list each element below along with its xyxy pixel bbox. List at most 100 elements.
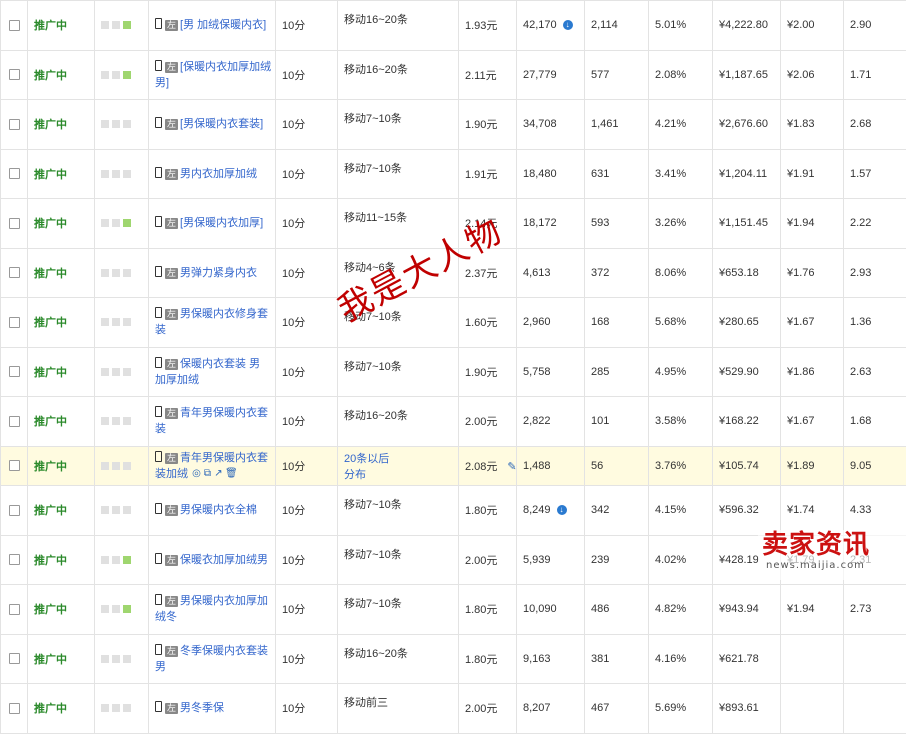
match-cell: 移动7~10条 (338, 347, 459, 397)
bid-value: 10分 (282, 505, 305, 517)
bid-value: 10分 (282, 654, 305, 666)
row-checkbox[interactable] (9, 20, 20, 31)
row-checkbox[interactable] (9, 267, 20, 278)
bid-value: 10分 (282, 119, 305, 131)
keyword-link[interactable]: 男保暖内衣全棉 (180, 504, 257, 516)
row-checkbox[interactable] (9, 554, 20, 565)
status-label: 推广中 (34, 461, 67, 473)
quality-bar (101, 556, 109, 564)
bid-value: 10分 (282, 604, 305, 616)
table-row[interactable]: 推广中 左男冬季保 10分 移动前三 2.00元 8,207 467 5.69%… (1, 684, 906, 734)
price-cell: 2.11元 (459, 50, 517, 100)
rank-range[interactable]: 20条以后 (344, 450, 458, 466)
cpc-value: ¥1.79 (787, 554, 815, 566)
cpc-value: ¥1.67 (787, 415, 815, 427)
rank-value: 2.31 (850, 554, 871, 566)
quality-bar (101, 318, 109, 326)
table-row[interactable]: 推广中 左男保暖内衣加厚加绒冬 10分 移动7~10条 1.80元 10,090… (1, 585, 906, 635)
table-row[interactable]: 推广中 左[保暖内衣加厚加绒 男] 10分 移动16~20条 2.11元 27,… (1, 50, 906, 100)
row-checkbox[interactable] (9, 69, 20, 80)
table-row[interactable]: 推广中 左男保暖内衣修身套装 10分 移动7~10条 1.60元 2,960 1… (1, 298, 906, 348)
keyword-link[interactable]: 保暖衣加厚加绒男 (180, 554, 268, 566)
chart-icon[interactable]: ↗ (214, 469, 223, 478)
table-row[interactable]: 推广中 左青年男保暖内衣套装 10分 移动16~20条 2.00元 2,822 … (1, 397, 906, 447)
quality-cell (95, 100, 149, 150)
keyword-link[interactable]: [男 加绒保暖内衣] (180, 19, 266, 31)
table-row[interactable]: 推广中 左冬季保暖内衣套装男 10分 移动16~20条 1.80元 9,163 … (1, 634, 906, 684)
table-row[interactable]: 推广中 左[男保暖内衣套装] 10分 移动7~10条 1.90元 34,708 … (1, 100, 906, 150)
row-checkbox[interactable] (9, 317, 20, 328)
row-checkbox[interactable] (9, 604, 20, 615)
row-checkbox[interactable] (9, 119, 20, 130)
match-detail-link[interactable]: 分布 (344, 466, 458, 482)
rank-cell: 1.68 (844, 397, 906, 447)
table-row[interactable]: 推广中 左男保暖内衣全棉 10分 移动7~10条 1.80元 8,249↓ 34… (1, 486, 906, 536)
table-row[interactable]: 推广中 左[男 加绒保暖内衣] 10分 移动16~20条 1.93元 42,17… (1, 1, 906, 51)
row-checkbox[interactable] (9, 366, 20, 377)
bid-value: 10分 (282, 461, 305, 473)
quality-cell (95, 446, 149, 486)
bid-cell: 10分 (276, 100, 338, 150)
clicks-value: 168 (591, 316, 609, 328)
rank-cell: 2.90 (844, 1, 906, 51)
clicks-value: 577 (591, 69, 609, 81)
position-tag: 左 (165, 453, 178, 464)
clicks-value: 1,461 (591, 118, 619, 130)
target-icon[interactable]: ◎ (192, 469, 201, 478)
table-row[interactable]: 推广中 左男内衣加厚加绒 10分 移动7~10条 1.91元 18,480 63… (1, 149, 906, 199)
rank-value: 4.33 (850, 504, 871, 516)
copy-icon[interactable]: ⧉ (203, 469, 212, 478)
quality-score (101, 460, 134, 472)
edit-pencil-icon[interactable]: ✎ (507, 461, 516, 473)
quality-bar (123, 71, 131, 79)
cpc-value: ¥1.86 (787, 366, 815, 378)
row-checkbox[interactable] (9, 416, 20, 427)
rank-range: 移动7~10条 (344, 595, 458, 611)
mobile-icon (155, 18, 162, 29)
bid-value: 10分 (282, 317, 305, 329)
table-row[interactable]: 推广中 左保暖衣加厚加绒男 10分 移动7~10条 2.00元 5,939 23… (1, 535, 906, 585)
quality-score (101, 366, 134, 378)
cost-cell: ¥621.78 (713, 634, 781, 684)
keyword-link[interactable]: 男冬季保 (180, 702, 224, 714)
cost-cell: ¥893.61 (713, 684, 781, 734)
row-checkbox[interactable] (9, 703, 20, 714)
table-row[interactable]: 推广中 左保暖内衣套装 男 加厚加绒 10分 移动7~10条 1.90元 5,7… (1, 347, 906, 397)
quality-bar (123, 368, 131, 376)
keyword-link[interactable]: 男弹力紧身内衣 (180, 267, 257, 279)
impressions-cell: 2,822 (517, 397, 585, 447)
keyword-link[interactable]: 男内衣加厚加绒 (180, 168, 257, 180)
table-row[interactable]: 推广中 左[男保暖内衣加厚] 10分 移动11~15条 2.14元 18,172… (1, 199, 906, 249)
ctr-value: 3.58% (655, 415, 686, 427)
quality-bar (123, 506, 131, 514)
table-row[interactable]: 推广中 左男弹力紧身内衣 10分 移动4~6条 2.37元 4,613 372 … (1, 248, 906, 298)
row-checkbox[interactable] (9, 168, 20, 179)
keyword-link[interactable]: [男保暖内衣套装] (180, 118, 263, 130)
bid-cell: 10分 (276, 446, 338, 486)
impressions-cell: 1,488 (517, 446, 585, 486)
row-checkbox[interactable] (9, 653, 20, 664)
cost-cell: ¥4,222.80 (713, 1, 781, 51)
bid-value: 10分 (282, 555, 305, 567)
rank-range: 移动7~10条 (344, 160, 458, 176)
cost-value: ¥168.22 (719, 415, 759, 427)
price-value: 2.08元 (465, 461, 497, 473)
row-checkbox[interactable] (9, 505, 20, 516)
cpc-cell: ¥1.86 (781, 347, 844, 397)
keyword-link[interactable]: [男保暖内衣加厚] (180, 217, 263, 229)
row-checkbox[interactable] (9, 218, 20, 229)
position-tag: 左 (165, 646, 178, 657)
table-row[interactable]: 推广中 左青年男保暖内衣套装加绒 ◎⧉↗🗑 10分 20条以后分布 2.08元✎… (1, 446, 906, 486)
download-icon[interactable]: ↓ (557, 505, 567, 515)
row-checkbox[interactable] (9, 460, 20, 471)
quality-cell (95, 397, 149, 447)
clicks-cell: 285 (585, 347, 649, 397)
quality-bar (101, 269, 109, 277)
bid-value: 10分 (282, 20, 305, 32)
mobile-icon (155, 553, 162, 564)
clicks-value: 593 (591, 217, 609, 229)
mobile-icon (155, 60, 162, 71)
download-icon[interactable]: ↓ (563, 20, 573, 30)
trash-icon[interactable]: 🗑 (225, 469, 234, 478)
quality-cell (95, 347, 149, 397)
